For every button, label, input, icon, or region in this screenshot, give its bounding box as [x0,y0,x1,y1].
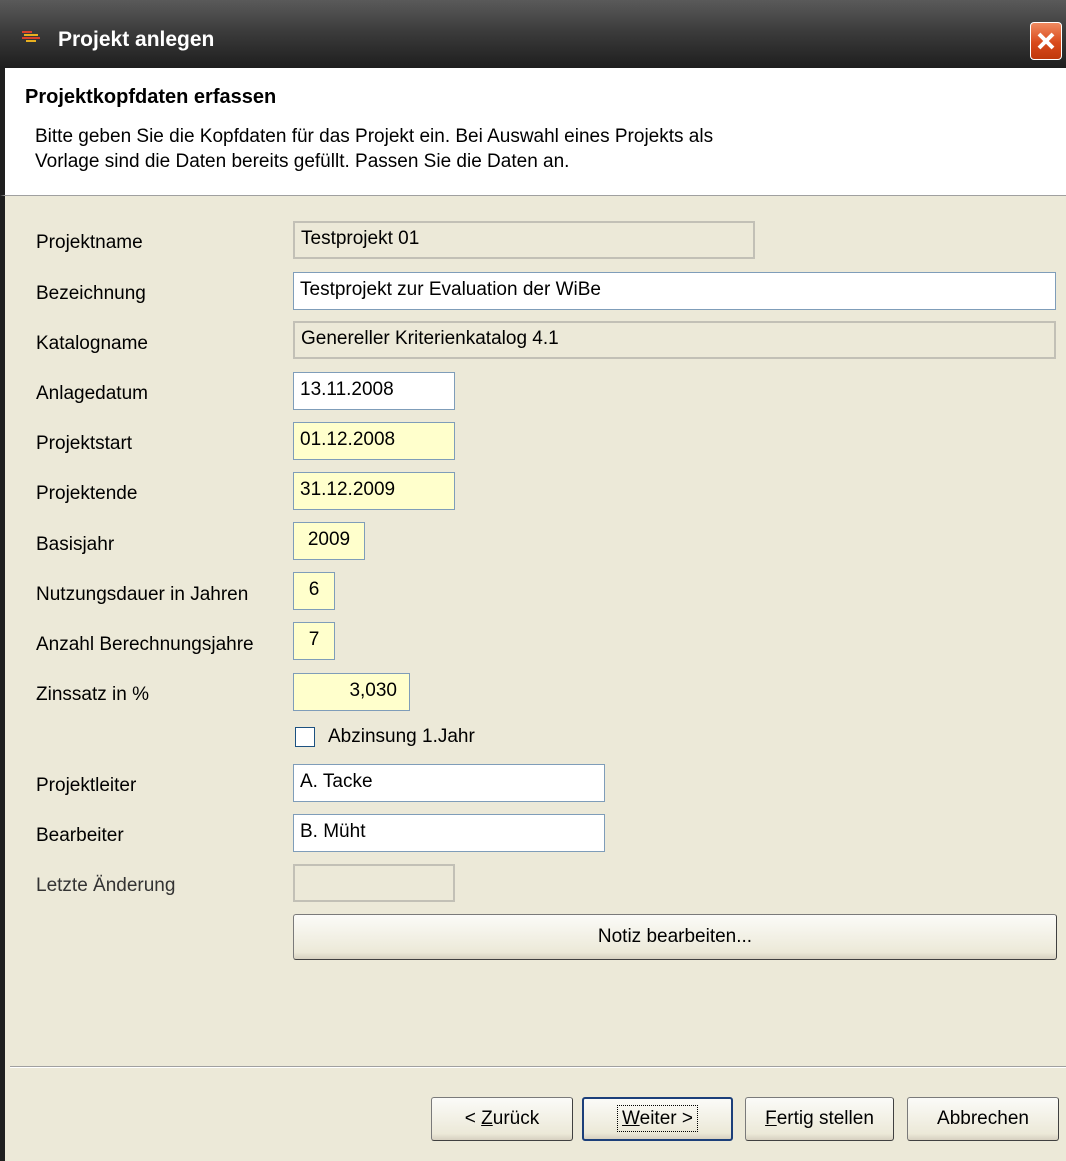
projektstart-label: Projektstart [36,433,133,454]
katalogname-label: Katalogname [36,333,148,354]
form-body: Projektname Testprojekt 01 Bezeichnung T… [0,196,1066,1161]
page-title: Projektkopfdaten erfassen [25,86,277,108]
bearbeiter-field[interactable]: B. Müht [293,814,605,852]
basisjahr-field[interactable]: 2009 [293,522,365,560]
bearbeiter-label: Bearbeiter [36,825,124,846]
back-button-prefix: < [464,1108,482,1129]
page-description: Bitte geben Sie die Kopfdaten für das Pr… [35,124,1035,174]
katalogname-field[interactable]: Genereller Kriterienkatalog 4.1 [293,321,1056,359]
nutzungsdauer-field[interactable]: 6 [293,572,335,610]
finish-button-label: ertig stellen [776,1108,874,1129]
bezeichnung-field[interactable]: Testprojekt zur Evaluation der WiBe [293,272,1056,310]
wizard-header: Projektkopfdaten erfassen Bitte geben Si… [0,68,1066,196]
zinssatz-field[interactable]: 3,030 [293,673,410,711]
close-button[interactable] [1030,22,1062,60]
finish-button[interactable]: Fertig stellen [745,1097,894,1141]
projektende-field[interactable]: 31.12.2009 [293,472,455,510]
projektleiter-field[interactable]: A. Tacke [293,764,605,802]
back-button-mnemonic: Z [481,1108,493,1129]
projektstart-field[interactable]: 01.12.2008 [293,422,455,460]
nutzungsdauer-label: Nutzungsdauer in Jahren [36,584,249,605]
projektleiter-label: Projektleiter [36,775,137,796]
next-button[interactable]: Weiter > [582,1097,733,1141]
description-line-1: Bitte geben Sie die Kopfdaten für das Pr… [35,126,714,147]
notiz-bearbeiten-button[interactable]: Notiz bearbeiten... [293,914,1057,960]
anlagedatum-label: Anlagedatum [36,383,148,404]
close-icon [1037,32,1055,50]
basisjahr-label: Basisjahr [36,534,115,555]
abzinsung-checkbox[interactable] [295,727,315,747]
window-title: Projekt anlegen [58,28,215,51]
projektname-label: Projektname [36,232,143,253]
next-button-focus: Weiter > [617,1105,698,1132]
description-line-2: Vorlage sind die Daten bereits gefüllt. … [35,151,570,172]
projektname-field[interactable]: Testprojekt 01 [293,221,755,259]
app-icon [22,30,44,44]
berechnungsjahre-field[interactable]: 7 [293,622,335,660]
bezeichnung-label: Bezeichnung [36,283,146,304]
next-button-label: eiter > [639,1108,693,1129]
footer-separator [10,1066,1066,1068]
title-bar[interactable]: Projekt anlegen [0,0,1066,68]
abzinsung-label[interactable]: Abzinsung 1.Jahr [328,726,475,748]
projektende-label: Projektende [36,483,138,504]
cancel-button[interactable]: Abbrechen [907,1097,1059,1141]
finish-button-mnemonic: F [765,1108,777,1129]
next-button-mnemonic: W [622,1108,640,1129]
dialog-window: Projekt anlegen Projektkopfdaten erfasse… [0,0,1066,1161]
letzte-aenderung-label: Letzte Änderung [36,875,176,896]
berechnungsjahre-label: Anzahl Berechnungsjahre [36,634,254,655]
zinssatz-label: Zinssatz in % [36,684,149,705]
back-button-label: urück [492,1108,540,1129]
back-button[interactable]: < Zurück [431,1097,573,1141]
anlagedatum-field[interactable]: 13.11.2008 [293,372,455,410]
letzte-aenderung-field [293,864,455,902]
